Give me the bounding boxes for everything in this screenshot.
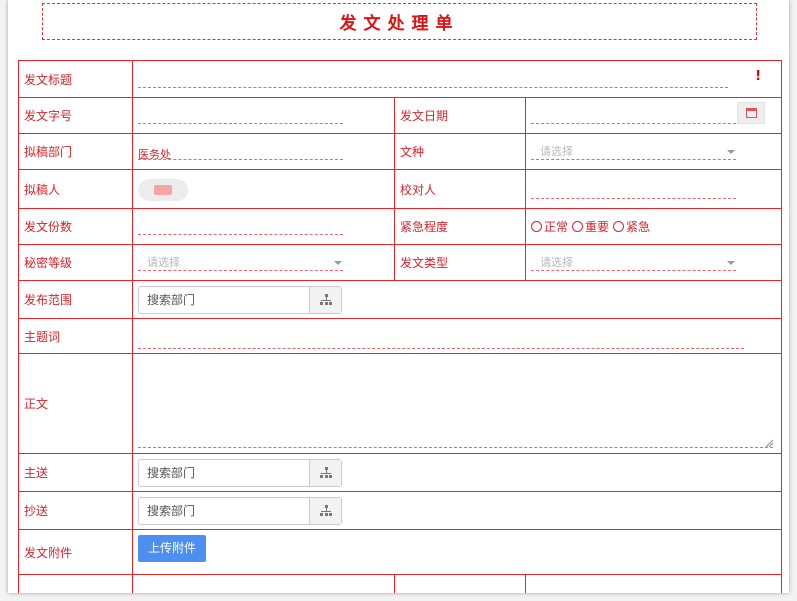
body-textarea[interactable] [131,353,783,454]
body-label: 正文 [18,353,133,454]
urgency-important-label: 重要 [585,220,610,234]
row-secrecy: 秘密等级 请选择 发文类型 请选择 [18,244,783,281]
issue-date-label: 发文日期 [394,97,526,134]
org-tree-icon [319,294,332,306]
scope-search-input[interactable]: 搜索部门 [139,287,309,313]
copies-label: 发文份数 [18,208,133,245]
urgency-normal-label: 正常 [544,220,569,234]
row-scope: 发布范围 搜索部门 [18,280,783,319]
doc-type-input-line [531,159,736,160]
row-attachment: 发文附件 上传附件 [18,529,783,575]
main-recipient-input[interactable]: 搜索部门 [139,460,309,486]
scope-label: 发布范围 [18,280,133,319]
org-tree-icon [319,467,332,479]
row-cc: 抄送 搜索部门 [18,491,783,530]
drafting-dept-input-line[interactable] [138,159,343,160]
urgency-option-urgent[interactable]: 紧急 [613,218,650,235]
form-title-box: 发文处理单 [42,3,757,40]
secrecy-select[interactable]: 请选择 [132,244,395,281]
cc-org-button[interactable] [309,498,341,524]
doc-number-label: 发文字号 [18,97,133,134]
issue-date-field[interactable] [524,97,783,134]
doc-type-label: 文种 [394,133,526,170]
drafter-label: 拟稿人 [18,169,133,209]
resize-handle-icon[interactable] [765,439,774,447]
doc-number-field[interactable] [132,97,395,134]
row-body: 正文 [18,353,783,454]
row-drafter: 拟稿人 校对人 [18,169,783,209]
doc-type-select[interactable]: 请选择 [524,133,783,170]
scope-org-button[interactable] [309,287,341,313]
urgency-option-important[interactable]: 重要 [572,218,609,235]
cc-field: 搜索部门 [131,491,783,530]
drafting-dept-label: 拟稿部门 [18,133,133,170]
title-field[interactable]: ! [131,60,783,98]
urgency-option-normal[interactable]: 正常 [531,218,568,235]
cc-label: 抄送 [18,491,133,530]
attachment-label: 发文附件 [18,529,133,575]
radio-circle[interactable] [572,221,584,232]
chevron-down-icon [727,150,736,154]
copies-field[interactable] [132,208,395,245]
keywords-field[interactable] [131,318,783,354]
row-main-recipient: 主送 搜索部门 [18,453,783,492]
calendar-icon [745,108,757,118]
keywords-input-line[interactable] [138,348,744,349]
date-picker-button[interactable] [737,102,766,124]
secrecy-input-line [138,270,343,271]
urgency-field: 正常 重要 紧急 [524,208,783,245]
avatar-blurred-name [154,185,172,195]
row-copies: 发文份数 紧急程度 正常 重要 紧急 [18,208,783,245]
cc-input[interactable]: 搜索部门 [139,498,309,524]
org-tree-icon [319,505,332,517]
drafter-field [132,169,395,209]
urgency-label: 紧急程度 [394,208,526,245]
main-recipient-label: 主送 [18,453,133,492]
main-recipient-field: 搜索部门 [131,453,783,492]
title-input-line[interactable] [138,87,728,88]
copies-input-line[interactable] [138,234,343,235]
upload-attachment-button[interactable]: 上传附件 [138,535,206,562]
doc-number-input-line[interactable] [138,123,343,124]
urgency-radio-group: 正常 重要 紧急 [531,218,654,235]
row-title: 发文标题 ! [18,60,783,98]
urgency-urgent-label: 紧急 [626,220,651,234]
category-select[interactable]: 请选择 [524,244,783,281]
row-keywords: 主题词 [18,318,783,354]
row-drafting-dept: 拟稿部门 医务处 文种 请选择 [18,133,783,170]
radio-circle[interactable] [531,221,542,232]
cc-search[interactable]: 搜索部门 [138,497,342,525]
required-mark: ! [755,69,762,84]
proofreader-field[interactable] [524,169,783,209]
chevron-down-icon [727,261,736,265]
main-recipient-org-button[interactable] [309,460,341,486]
document-sheet: 发文处理单 发文标题 ! 发文字号 发文日期 拟稿部门 医务处 文种 请选择 拟… [8,0,789,593]
partial-cell [18,574,133,593]
proofreader-label: 校对人 [394,169,526,209]
secrecy-label: 秘密等级 [18,244,133,281]
drafting-dept-field[interactable]: 医务处 [132,133,395,170]
proofreader-input-line[interactable] [531,198,736,199]
row-next-partial [18,574,783,593]
row-doc-number: 发文字号 发文日期 [18,97,783,134]
drafter-avatar [138,179,188,201]
category-label: 发文类型 [394,244,526,281]
main-recipient-search[interactable]: 搜索部门 [138,459,342,487]
scope-search[interactable]: 搜索部门 [138,286,342,314]
partial-cell [524,574,783,593]
radio-circle[interactable] [613,221,625,232]
attachment-field: 上传附件 [131,529,783,575]
chevron-down-icon [334,261,342,265]
form-title: 发文处理单 [339,14,460,34]
partial-cell [394,574,526,593]
title-label: 发文标题 [18,60,133,98]
partial-cell [132,574,395,593]
category-input-line [531,270,736,271]
issue-date-input-line[interactable] [531,123,741,124]
body-textarea-line[interactable] [138,447,774,448]
scope-field: 搜索部门 [131,280,783,319]
keywords-label: 主题词 [18,318,133,354]
dispatch-form-table: 发文标题 ! 发文字号 发文日期 拟稿部门 医务处 文种 请选择 拟稿人 校对人… [18,60,783,593]
